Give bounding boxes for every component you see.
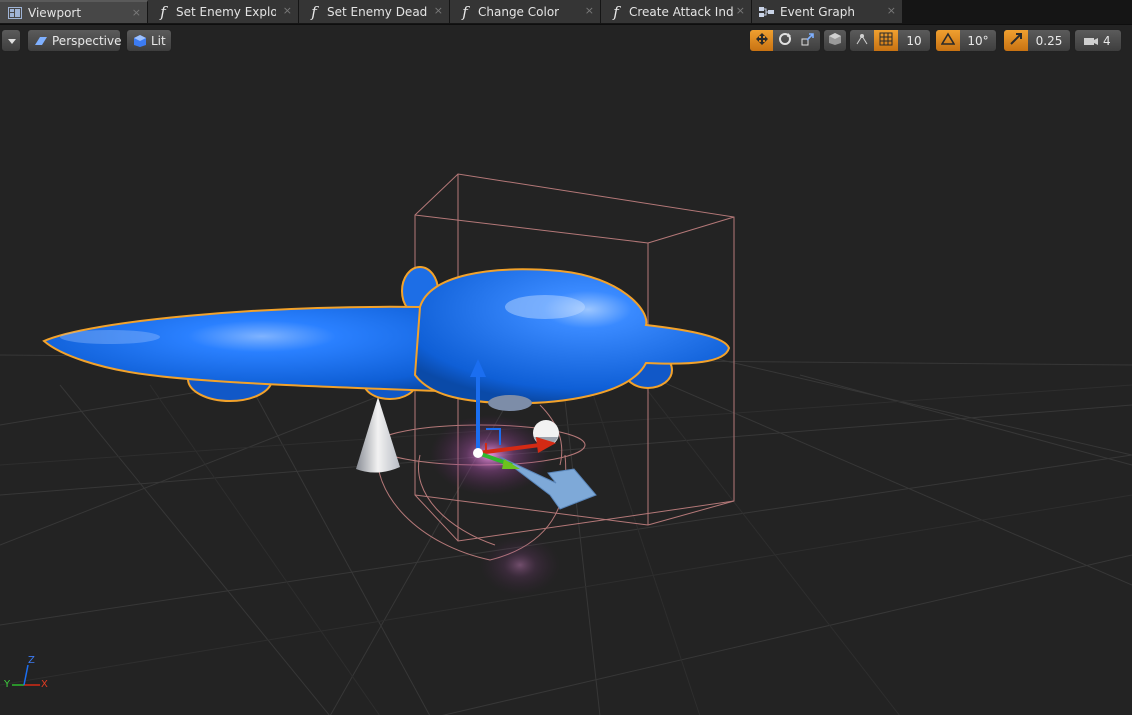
- grid-icon: [879, 32, 893, 49]
- rotate-icon: [778, 32, 792, 49]
- tab-change-color[interactable]: f Change Color ×: [450, 0, 601, 23]
- close-icon[interactable]: ×: [434, 4, 443, 17]
- scale-snap-value[interactable]: 0.25: [1028, 30, 1070, 51]
- tab-label: Create Attack Indic: [629, 4, 733, 19]
- tab-label: Event Graph: [780, 4, 855, 19]
- lighting-mode-button[interactable]: Lit: [126, 29, 172, 52]
- rotation-snap-toggle[interactable]: [936, 30, 960, 51]
- grid-snap-value[interactable]: 10: [898, 30, 930, 51]
- surface-snap-button[interactable]: [850, 30, 874, 51]
- rotation-snap-value[interactable]: 10°: [960, 30, 996, 51]
- tab-set-enemy-dead[interactable]: f Set Enemy Dead ×: [299, 0, 450, 23]
- tab-label: Change Color: [478, 4, 560, 19]
- event-graph-icon: [758, 4, 776, 20]
- blue-mesh[interactable]: [42, 266, 731, 405]
- rotate-tool-button[interactable]: [773, 30, 796, 51]
- viewport[interactable]: Perspective Lit 10 10° 0.25 4 Z Y X: [0, 24, 1132, 715]
- function-icon: f: [613, 2, 619, 21]
- camera-speed-value: 4: [1103, 33, 1111, 48]
- axis-indicator: Z Y X: [4, 655, 54, 695]
- transform-tools-group: [749, 29, 821, 52]
- close-icon[interactable]: ×: [132, 6, 141, 19]
- light-glow-lower: [480, 535, 560, 595]
- close-icon[interactable]: ×: [283, 4, 292, 17]
- perspective-icon: [34, 35, 48, 47]
- tab-label: Set Enemy Dead: [327, 4, 428, 19]
- angle-icon: [940, 32, 956, 49]
- tab-set-enemy-explode[interactable]: f Set Enemy Explode ×: [148, 0, 299, 23]
- close-icon[interactable]: ×: [887, 4, 896, 17]
- move-arrows-icon: [755, 32, 769, 49]
- axis-y-label: Y: [4, 679, 11, 690]
- underside-detail: [488, 395, 532, 411]
- chevron-down-icon: [7, 34, 17, 48]
- function-icon: f: [311, 2, 317, 21]
- viewport-icon: [6, 5, 24, 21]
- tab-create-attack-indic[interactable]: f Create Attack Indic ×: [601, 0, 752, 23]
- scale-snap-icon: [1009, 32, 1023, 49]
- scale-tool-button[interactable]: [797, 30, 820, 51]
- view-mode-button[interactable]: Perspective: [27, 29, 122, 52]
- point-light-glow: [430, 415, 550, 495]
- grid-snap-toggle[interactable]: [874, 30, 898, 51]
- axis-x-label: X: [41, 679, 48, 690]
- scale-snap-toggle[interactable]: [1004, 30, 1028, 51]
- view-mode-label: Perspective: [52, 33, 122, 48]
- surface-snap-icon: [855, 32, 869, 49]
- tab-label: Viewport: [28, 5, 82, 20]
- grid-snap-group: 10: [849, 29, 931, 52]
- rotation-snap-group: 10°: [935, 29, 997, 52]
- camera-speed-button[interactable]: 4: [1074, 29, 1122, 52]
- scale-icon: [801, 32, 815, 49]
- tab-event-graph[interactable]: Event Graph ×: [752, 0, 903, 23]
- lighting-label: Lit: [151, 33, 166, 48]
- coordinate-system-button[interactable]: [823, 29, 847, 52]
- world-cube-icon: [828, 32, 842, 49]
- cone-mesh[interactable]: [356, 397, 400, 473]
- scale-snap-group: 0.25: [1003, 29, 1071, 52]
- viewport-options-button[interactable]: [1, 29, 21, 52]
- function-icon: f: [462, 2, 468, 21]
- lit-cube-icon: [133, 34, 147, 48]
- camera-icon: [1083, 35, 1099, 47]
- close-icon[interactable]: ×: [585, 4, 594, 17]
- close-icon[interactable]: ×: [736, 4, 745, 17]
- tab-label: Set Enemy Explode: [176, 4, 276, 19]
- tab-bar: Viewport × f Set Enemy Explode × f Set E…: [0, 0, 1132, 24]
- scene-view[interactable]: [0, 25, 1132, 715]
- tab-viewport[interactable]: Viewport ×: [0, 0, 148, 23]
- translate-tool-button[interactable]: [750, 30, 774, 51]
- function-icon: f: [160, 2, 166, 21]
- axis-z-label: Z: [28, 655, 35, 666]
